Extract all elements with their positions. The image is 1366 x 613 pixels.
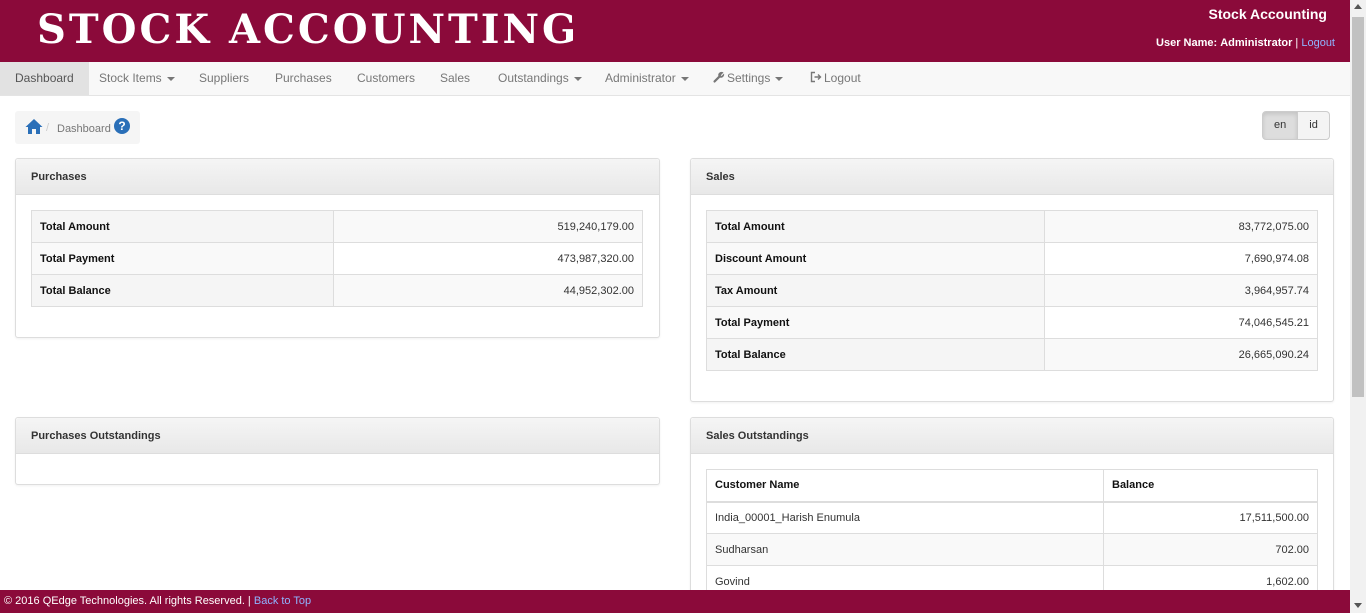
table-row: Total Balance 26,665,090.24 [706, 338, 1318, 371]
nav-purchases[interactable]: Purchases [275, 62, 332, 95]
user-separator: | [1295, 37, 1299, 49]
nav-settings-label: Settings [727, 71, 771, 85]
nav-stock-items-label: Stock Items [99, 71, 162, 85]
row-value: 74,046,545.21 [1044, 306, 1318, 339]
row-label: Total Balance [706, 338, 1045, 371]
nav-settings[interactable]: Settings [713, 62, 784, 95]
row-label: Total Payment [31, 242, 334, 275]
app-header: STOCK ACCOUNTING Stock Accounting User N… [0, 0, 1350, 62]
table-row: Discount Amount 7,690,974.08 [706, 242, 1318, 275]
breadcrumb-separator: / [46, 122, 50, 134]
row-label: Total Amount [31, 210, 334, 243]
balance-cell: 17,511,500.00 [1103, 501, 1318, 534]
row-value: 7,690,974.08 [1044, 242, 1318, 275]
nav-logout[interactable]: Logout [810, 62, 861, 95]
main-navbar: Dashboard Stock Items Suppliers Purchase… [0, 62, 1350, 96]
home-icon[interactable] [25, 118, 43, 138]
nav-suppliers[interactable]: Suppliers [199, 62, 249, 95]
language-switch: en id [1262, 111, 1330, 140]
row-value: 83,772,075.00 [1044, 210, 1318, 243]
table-row: Tax Amount 3,964,957.74 [706, 274, 1318, 307]
sales-outstandings-panel: Sales Outstandings Customer Name Balance… [690, 417, 1334, 607]
table-row: Total Amount 519,240,179.00 [31, 210, 643, 243]
user-name: Administrator [1220, 37, 1293, 49]
nav-outstandings-label: Outstandings [498, 71, 569, 85]
breadcrumb-current: Dashboard [57, 123, 111, 135]
sales-panel: Sales Total Amount 83,772,075.00 Discoun… [690, 158, 1334, 402]
purchases-panel: Purchases Total Amount 519,240,179.00 To… [15, 158, 660, 338]
nav-dashboard-label: Dashboard [15, 71, 74, 85]
nav-sales[interactable]: Sales [440, 62, 470, 95]
chevron-down-icon [573, 76, 582, 81]
row-label: Total Amount [706, 210, 1045, 243]
nav-customers[interactable]: Customers [357, 62, 415, 95]
chevron-down-icon [166, 76, 175, 81]
purchases-table: Total Amount 519,240,179.00 Total Paymen… [31, 210, 643, 307]
lang-en-button[interactable]: en [1262, 111, 1299, 140]
customer-name-cell: India_00001_Harish Enumula [706, 501, 1104, 534]
nav-sales-label: Sales [440, 71, 471, 85]
chevron-down-icon [680, 76, 689, 81]
row-label: Discount Amount [706, 242, 1045, 275]
purchases-outstandings-title: Purchases Outstandings [16, 418, 659, 454]
sales-table: Total Amount 83,772,075.00 Discount Amou… [706, 210, 1318, 371]
nav-purchases-label: Purchases [275, 71, 332, 85]
breadcrumb: / Dashboard ? [15, 111, 140, 144]
row-value: 473,987,320.00 [333, 242, 643, 275]
purchases-panel-title: Purchases [16, 159, 659, 195]
row-label: Tax Amount [706, 274, 1045, 307]
row-value: 519,240,179.00 [333, 210, 643, 243]
purchases-outstandings-panel: Purchases Outstandings [15, 417, 660, 485]
table-row: Total Payment 74,046,545.21 [706, 306, 1318, 339]
chevron-down-icon [775, 76, 784, 81]
scroll-up-arrow-icon[interactable] [1354, 4, 1362, 9]
page-scrollbar[interactable] [1350, 0, 1366, 613]
scrollbar-thumb[interactable] [1352, 17, 1364, 397]
table-row: Total Amount 83,772,075.00 [706, 210, 1318, 243]
table-row: Total Payment 473,987,320.00 [31, 242, 643, 275]
nav-outstandings[interactable]: Outstandings [498, 62, 582, 95]
nav-stock-items[interactable]: Stock Items [99, 62, 175, 95]
page-footer: © 2016 QEdge Technologies. All rights Re… [0, 590, 1350, 613]
row-label: Total Payment [706, 306, 1045, 339]
table-row: Total Balance 44,952,302.00 [31, 274, 643, 307]
app-name: Stock Accounting [1208, 6, 1328, 22]
wrench-icon [713, 71, 725, 83]
app-logo: STOCK ACCOUNTING [37, 6, 580, 53]
back-to-top-link[interactable]: Back to Top [254, 595, 311, 607]
nav-dashboard[interactable]: Dashboard [0, 62, 89, 95]
lang-id-button[interactable]: id [1298, 111, 1330, 140]
footer-copyright: © 2016 QEdge Technologies. All rights Re… [4, 595, 251, 607]
balance-cell: 702.00 [1103, 533, 1318, 566]
nav-logout-label: Logout [824, 71, 861, 85]
table-row: India_00001_Harish Enumula 17,511,500.00 [706, 501, 1318, 534]
customer-name-cell: Sudharsan [706, 533, 1104, 566]
row-value: 26,665,090.24 [1044, 338, 1318, 371]
sales-panel-title: Sales [691, 159, 1333, 195]
header-logout-link[interactable]: Logout [1301, 37, 1335, 49]
nav-administrator[interactable]: Administrator [605, 62, 689, 95]
row-value: 3,964,957.74 [1044, 274, 1318, 307]
row-value: 44,952,302.00 [333, 274, 643, 307]
scroll-down-arrow-icon[interactable] [1354, 603, 1362, 608]
logout-icon [810, 71, 822, 83]
column-header-balance[interactable]: Balance [1103, 469, 1318, 503]
sales-outstandings-table: Customer Name Balance India_00001_Harish… [706, 469, 1318, 598]
nav-customers-label: Customers [357, 71, 416, 85]
sales-outstandings-title: Sales Outstandings [691, 418, 1333, 454]
table-header-row: Customer Name Balance [706, 469, 1318, 503]
nav-suppliers-label: Suppliers [199, 71, 250, 85]
table-row: Sudharsan 702.00 [706, 533, 1318, 566]
nav-administrator-label: Administrator [605, 71, 676, 85]
help-icon[interactable]: ? [114, 118, 130, 134]
row-label: Total Balance [31, 274, 334, 307]
column-header-customer-name[interactable]: Customer Name [706, 469, 1104, 503]
user-name-label: User Name: [1156, 37, 1218, 49]
user-info: User Name: Administrator | Logout [1156, 37, 1335, 49]
